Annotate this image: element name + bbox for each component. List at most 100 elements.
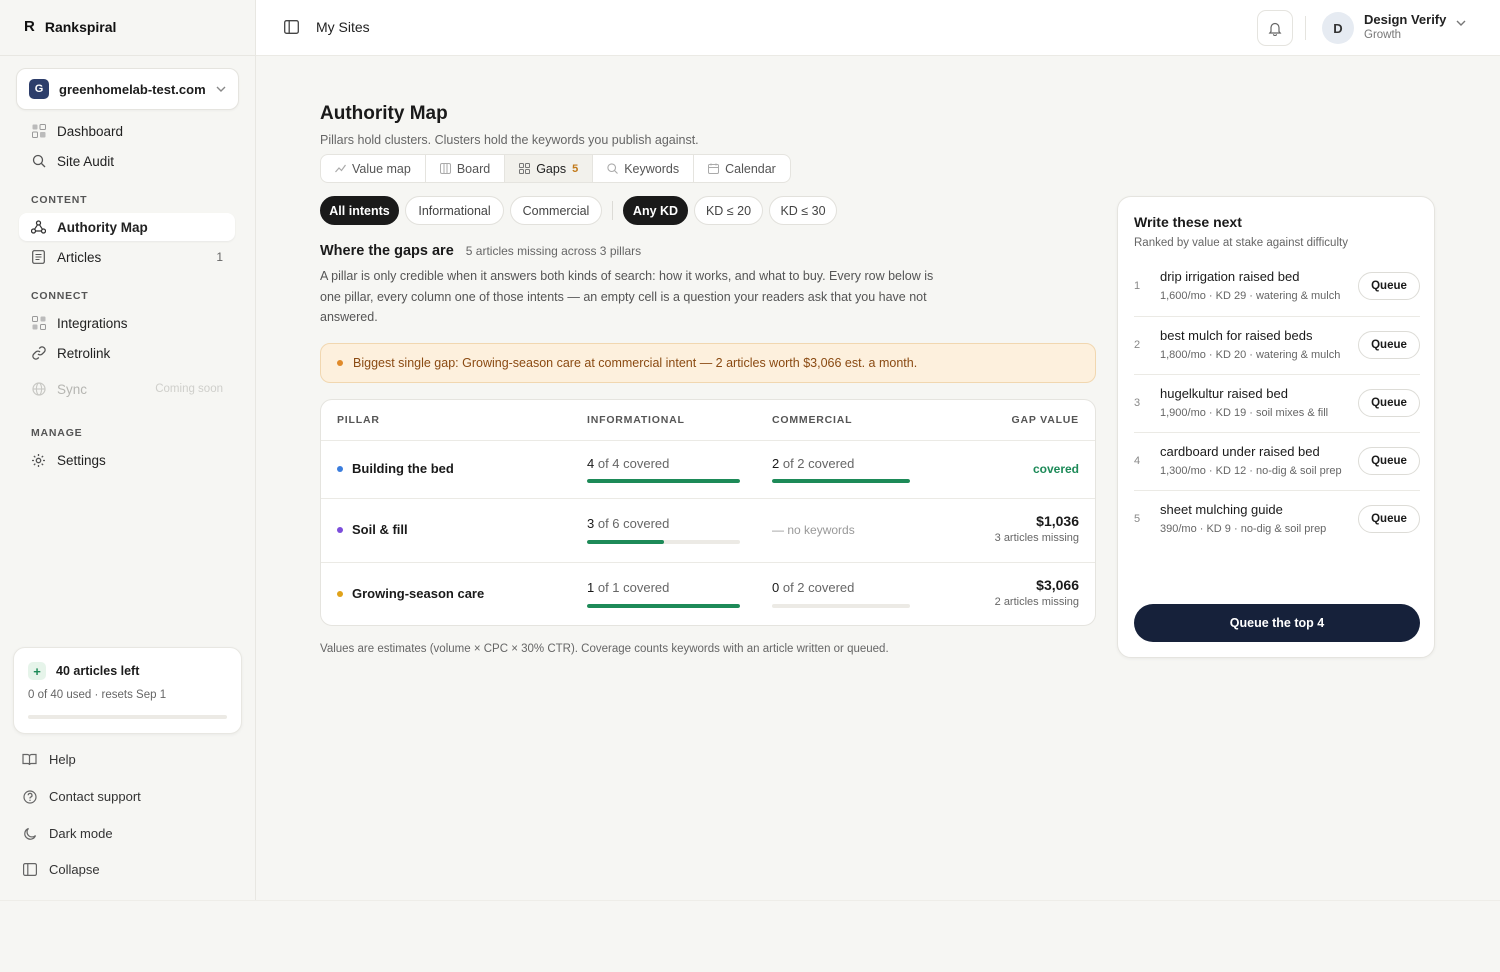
informational-progress xyxy=(587,479,740,483)
help-link[interactable]: Help xyxy=(22,752,76,767)
keyword-meta: 1,300/mo · KD 12 · no-dig & soil prep xyxy=(1160,465,1342,477)
header-gap-value: GAP VALUE xyxy=(1011,414,1079,426)
filter-kd-20[interactable]: KD ≤ 20 xyxy=(694,196,763,225)
sidebar: R Rankspiral G greenhomelab-test.com Das… xyxy=(0,0,256,900)
keyword-title: cardboard under raised bed xyxy=(1160,444,1320,459)
queue-button[interactable]: Queue xyxy=(1358,272,1420,300)
site-domain: greenhomelab-test.com xyxy=(59,81,206,97)
keyword-item: 1 drip irrigation raised bed 1,600/mo · … xyxy=(1134,258,1420,316)
document-icon xyxy=(31,250,46,265)
tab-label: Board xyxy=(456,161,491,176)
collapse-label: Collapse xyxy=(49,862,100,877)
articles-count: 1 xyxy=(216,250,223,264)
rank-number: 2 xyxy=(1134,339,1141,351)
tab-keywords[interactable]: Keywords xyxy=(593,155,695,182)
rank-number: 4 xyxy=(1134,455,1141,467)
card-subtitle: Ranked by value at stake against difficu… xyxy=(1134,237,1348,249)
tab-board[interactable]: Board xyxy=(426,155,506,182)
footnote: Values are estimates (volume × CPC × 30%… xyxy=(320,643,889,655)
nav-label: Settings xyxy=(57,452,106,468)
bell-icon xyxy=(1268,21,1282,36)
header-informational: INFORMATIONAL xyxy=(587,414,685,426)
brand[interactable]: R Rankspiral xyxy=(24,18,116,35)
tab-calendar[interactable]: Calendar xyxy=(694,155,790,182)
pillar-dot xyxy=(337,590,343,597)
gaps-count-badge: 5 xyxy=(572,162,579,175)
table-row[interactable]: Soil & fill 3 of 6 covered — no keywords… xyxy=(321,498,1095,562)
filter-all-intents[interactable]: All intents xyxy=(320,196,399,225)
informational-coverage: 1 of 1 covered xyxy=(587,580,670,595)
nav-label: Articles xyxy=(57,249,102,265)
tab-label: Keywords xyxy=(624,161,680,176)
card-title: Write these next xyxy=(1134,214,1242,230)
gaps-table: PILLAR INFORMATIONAL COMMERCIAL GAP VALU… xyxy=(320,399,1096,626)
tab-value-map[interactable]: Value map xyxy=(321,155,426,182)
queue-button[interactable]: Queue xyxy=(1358,505,1420,533)
progress-fill xyxy=(772,479,910,483)
grid-icon xyxy=(519,163,531,174)
table-row[interactable]: Building the bed 4 of 4 covered 2 of 2 c… xyxy=(321,440,1095,498)
calendar-icon xyxy=(708,163,720,174)
informational-coverage: 4 of 4 covered xyxy=(587,456,670,471)
commercial-coverage: 2 of 2 covered xyxy=(772,456,855,471)
nav-site-audit[interactable]: Site Audit xyxy=(19,147,235,175)
tab-gaps[interactable]: Gaps 5 xyxy=(505,155,594,182)
section-label-connect: CONNECT xyxy=(31,290,89,302)
gap-value: $3,066 2 articles missing xyxy=(995,577,1079,608)
queue-button[interactable]: Queue xyxy=(1358,389,1420,417)
nav-integrations[interactable]: Integrations xyxy=(19,309,235,337)
queue-button[interactable]: Queue xyxy=(1358,447,1420,475)
filter-informational[interactable]: Informational xyxy=(405,196,504,225)
sidebar-divider xyxy=(0,55,256,56)
user-avatar[interactable]: D xyxy=(1322,12,1354,44)
collapse-button[interactable]: Collapse xyxy=(22,862,100,877)
contact-support-link[interactable]: Contact support xyxy=(22,789,141,804)
breadcrumb[interactable]: My Sites xyxy=(316,19,370,35)
support-label: Contact support xyxy=(49,789,141,804)
site-avatar: G xyxy=(29,79,49,99)
page-subtitle: Pillars hold clusters. Clusters hold the… xyxy=(320,133,699,147)
queue-top-button[interactable]: Queue the top 4 xyxy=(1134,604,1420,642)
progress-fill xyxy=(587,540,664,544)
nav-label: Authority Map xyxy=(57,219,148,235)
nav-settings[interactable]: Settings xyxy=(19,446,235,474)
keyword-meta: 1,800/mo · KD 20 · watering & mulch xyxy=(1160,349,1341,361)
header-commercial: COMMERCIAL xyxy=(772,414,853,426)
filter-commercial[interactable]: Commercial xyxy=(510,196,602,225)
section-label-content: CONTENT xyxy=(31,194,88,206)
gap-value: $1,036 3 articles missing xyxy=(995,513,1079,544)
informational-progress xyxy=(587,604,740,608)
progress-fill xyxy=(587,604,740,608)
keyword-item: 5 sheet mulching guide 390/mo · KD 9 · n… xyxy=(1134,490,1420,548)
trend-icon xyxy=(335,164,346,173)
gaps-meta: 5 articles missing across 3 pillars xyxy=(465,244,642,258)
nav-articles[interactable]: Articles 1 xyxy=(19,243,235,271)
sidebar-toggle-icon[interactable] xyxy=(284,20,299,35)
nav-label: Dashboard xyxy=(57,123,124,139)
pillar-dot xyxy=(337,465,343,472)
dark-mode-toggle[interactable]: Dark mode xyxy=(22,826,113,841)
nav-authority-map[interactable]: Authority Map xyxy=(19,213,235,241)
table-row[interactable]: Growing-season care 1 of 1 covered 0 of … xyxy=(321,562,1095,625)
brand-name: Rankspiral xyxy=(44,18,117,35)
queue-button[interactable]: Queue xyxy=(1358,331,1420,359)
keyword-title: best mulch for raised beds xyxy=(1160,328,1313,343)
notifications-button[interactable] xyxy=(1257,10,1293,46)
filter-divider xyxy=(612,201,613,220)
nav-dashboard[interactable]: Dashboard xyxy=(19,117,235,145)
top-bar: My Sites D Design Verify Growth xyxy=(256,0,1500,56)
user-name[interactable]: Design Verify xyxy=(1364,12,1446,27)
usage-title: 40 articles left xyxy=(56,664,140,678)
question-icon xyxy=(22,789,37,804)
filter-kd-30[interactable]: KD ≤ 30 xyxy=(769,196,837,225)
alert-text: Biggest single gap: Growing-season care … xyxy=(353,356,918,370)
tab-label: Value map xyxy=(352,161,411,176)
link-icon xyxy=(31,346,46,361)
filter-any-kd[interactable]: Any KD xyxy=(623,196,688,225)
nav-retrolink[interactable]: Retrolink xyxy=(19,339,235,367)
chevron-down-icon[interactable] xyxy=(1456,20,1466,26)
site-picker[interactable]: G greenhomelab-test.com xyxy=(16,68,239,110)
keyword-item: 2 best mulch for raised beds 1,800/mo · … xyxy=(1134,316,1420,374)
book-icon xyxy=(22,752,37,767)
keyword-meta: 1,600/mo · KD 29 · watering & mulch xyxy=(1160,290,1341,302)
